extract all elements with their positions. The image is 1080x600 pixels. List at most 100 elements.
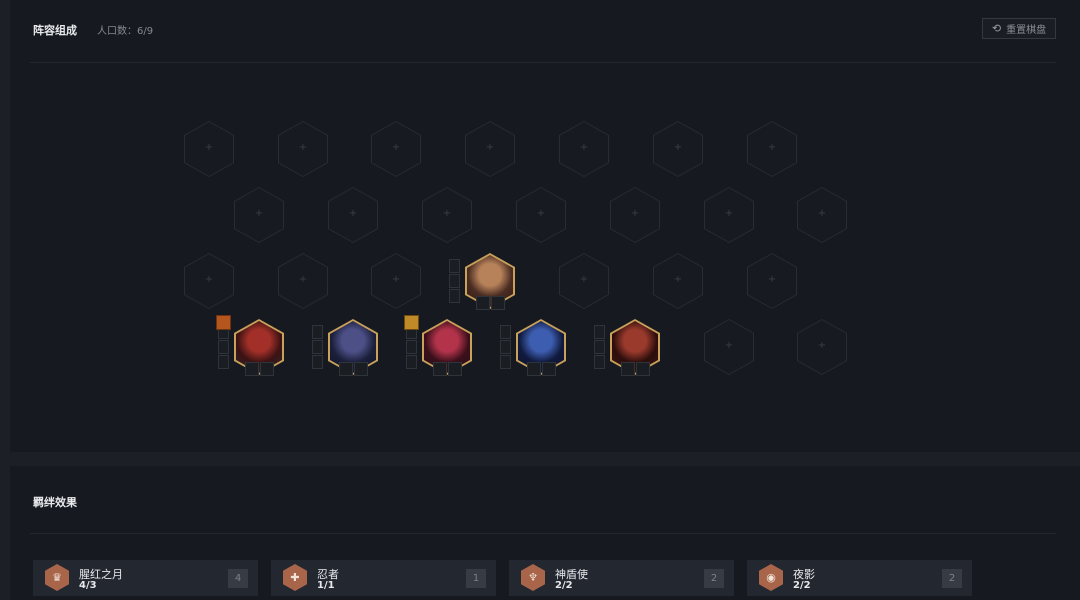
- plus-icon: +: [536, 208, 546, 219]
- star-slot: [476, 296, 490, 310]
- empty-hex-slot[interactable]: +: [371, 253, 421, 309]
- traits-divider: [30, 533, 1056, 534]
- item-slot[interactable]: [449, 289, 460, 303]
- empty-hex-slot[interactable]: +: [747, 121, 797, 177]
- champion-red-mask[interactable]: [216, 315, 284, 376]
- empty-hex-slot[interactable]: +: [559, 253, 609, 309]
- plus-icon: +: [204, 274, 214, 285]
- item-slot[interactable]: [500, 355, 511, 369]
- star-level-slots: [476, 296, 506, 310]
- empty-hex-slot[interactable]: +: [516, 187, 566, 243]
- item-slot[interactable]: [449, 259, 460, 273]
- item-slots: [218, 325, 229, 369]
- plus-icon: +: [673, 142, 683, 153]
- item-slot[interactable]: [500, 325, 511, 339]
- item-slot[interactable]: [594, 325, 605, 339]
- star-slot: [354, 362, 368, 376]
- plus-icon: +: [348, 208, 358, 219]
- star-slot: [527, 362, 541, 376]
- item-slot[interactable]: [594, 340, 605, 354]
- star-slot: [433, 362, 447, 376]
- aegis-icon: ♆: [521, 564, 545, 591]
- champion-blue-mage[interactable]: [500, 319, 566, 376]
- star-slot: [491, 296, 505, 310]
- item-slot[interactable]: [449, 274, 460, 288]
- empty-hex-slot[interactable]: +: [559, 121, 609, 177]
- trait-count: 2/2: [793, 580, 811, 591]
- star-level-slots: [621, 362, 651, 376]
- item-slot[interactable]: [406, 340, 417, 354]
- star-level-slots: [339, 362, 369, 376]
- empty-hex-slot[interactable]: +: [465, 121, 515, 177]
- plus-icon: +: [298, 142, 308, 153]
- star-level-slots: [245, 362, 275, 376]
- trait-card[interactable]: ♛ 腥红之月 4/3 4: [33, 560, 258, 596]
- ninja-shuriken-icon: ✚: [283, 564, 307, 591]
- item-slots: [312, 325, 323, 369]
- empty-hex-slot[interactable]: +: [704, 319, 754, 375]
- star-slot: [260, 362, 274, 376]
- item-slots: [594, 325, 605, 369]
- plus-icon: +: [673, 274, 683, 285]
- empty-hex-slot[interactable]: +: [184, 121, 234, 177]
- star-slot: [621, 362, 635, 376]
- empty-hex-slot[interactable]: +: [610, 187, 660, 243]
- crimson-moon-icon: ♛: [45, 564, 69, 591]
- trait-card[interactable]: ◉ 夜影 2/2 2: [747, 560, 972, 596]
- plus-icon: +: [298, 274, 308, 285]
- star-slot: [636, 362, 650, 376]
- night-shadow-icon: ◉: [759, 564, 783, 591]
- star-slot: [542, 362, 556, 376]
- trait-count: 2/2: [555, 580, 573, 591]
- empty-hex-slot[interactable]: +: [278, 253, 328, 309]
- trait-level-badge: 4: [228, 569, 248, 588]
- trait-level-badge: 2: [942, 569, 962, 588]
- trait-level-badge: 2: [704, 569, 724, 588]
- empty-hex-slot[interactable]: +: [371, 121, 421, 177]
- empty-hex-slot[interactable]: +: [184, 253, 234, 309]
- plus-icon: +: [391, 274, 401, 285]
- item-slots: [449, 259, 460, 303]
- empty-hex-slot[interactable]: +: [328, 187, 378, 243]
- item-slot[interactable]: [594, 355, 605, 369]
- traits-title: 羁绊效果: [33, 496, 77, 509]
- item-slot[interactable]: [500, 340, 511, 354]
- trait-card[interactable]: ♆ 神盾使 2/2 2: [509, 560, 734, 596]
- empty-hex-slot[interactable]: +: [653, 253, 703, 309]
- plus-icon: +: [630, 208, 640, 219]
- equipped-item-icon[interactable]: [216, 315, 231, 330]
- trait-count: 1/1: [317, 580, 335, 591]
- item-slot[interactable]: [218, 340, 229, 354]
- trait-card[interactable]: ✚ 忍者 1/1 1: [271, 560, 496, 596]
- plus-icon: +: [579, 274, 589, 285]
- star-slot: [448, 362, 462, 376]
- plus-icon: +: [724, 340, 734, 351]
- plus-icon: +: [579, 142, 589, 153]
- empty-hex-slot[interactable]: +: [704, 187, 754, 243]
- item-slot[interactable]: [218, 355, 229, 369]
- equipped-item-icon[interactable]: [404, 315, 419, 330]
- champion-red-beast[interactable]: [594, 319, 660, 376]
- plus-icon: +: [767, 274, 777, 285]
- trait-level-badge: 1: [466, 569, 486, 588]
- empty-hex-slot[interactable]: +: [797, 187, 847, 243]
- champion-brawler[interactable]: [449, 253, 515, 310]
- plus-icon: +: [817, 208, 827, 219]
- empty-hex-slot[interactable]: +: [422, 187, 472, 243]
- empty-hex-slot[interactable]: +: [234, 187, 284, 243]
- plus-icon: +: [391, 142, 401, 153]
- star-level-slots: [433, 362, 463, 376]
- empty-hex-slot[interactable]: +: [653, 121, 703, 177]
- hex-board: + + + + + + + + + + + + + + + + + + + + + +: [0, 0, 1080, 452]
- empty-hex-slot[interactable]: +: [797, 319, 847, 375]
- item-slot[interactable]: [312, 340, 323, 354]
- empty-hex-slot[interactable]: +: [747, 253, 797, 309]
- empty-hex-slot[interactable]: +: [278, 121, 328, 177]
- champion-crimson[interactable]: [404, 315, 472, 376]
- star-level-slots: [527, 362, 557, 376]
- item-slot[interactable]: [312, 355, 323, 369]
- item-slot[interactable]: [406, 355, 417, 369]
- plus-icon: +: [254, 208, 264, 219]
- champion-shadow[interactable]: [312, 319, 378, 376]
- item-slot[interactable]: [312, 325, 323, 339]
